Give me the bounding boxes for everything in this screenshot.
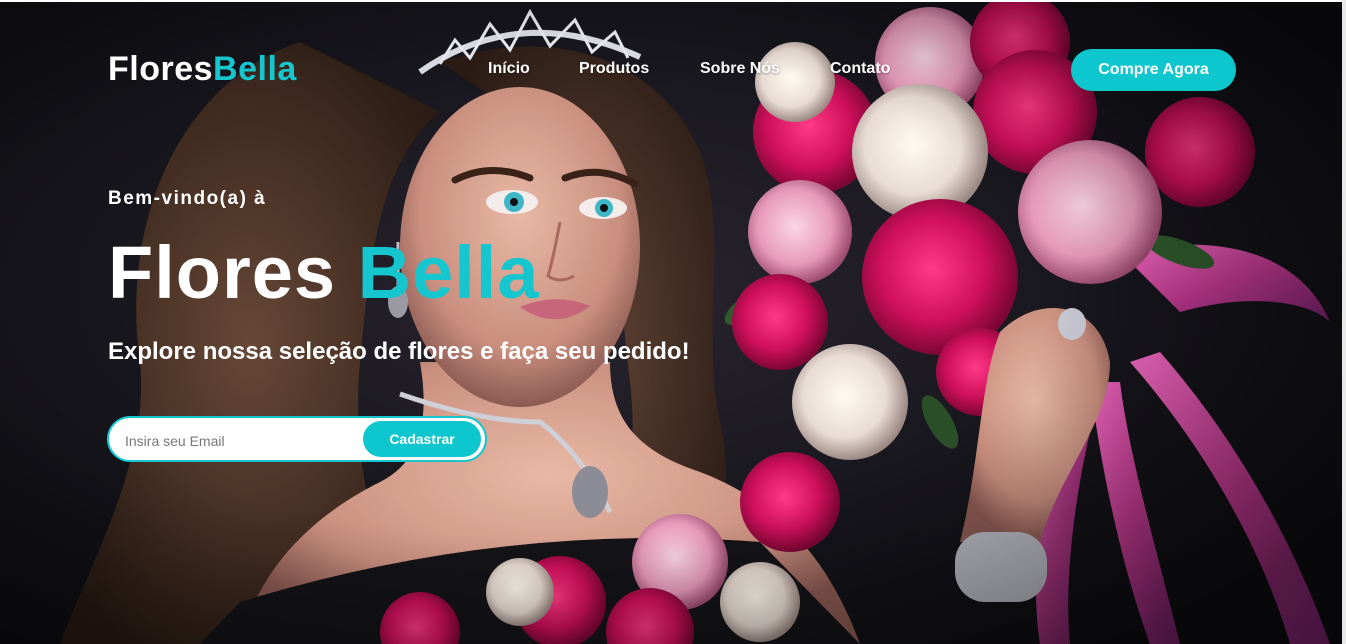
nav-link-sobre-nos[interactable]: Sobre Nós [700,60,780,78]
welcome-text: Bem-vindo(a) à [108,188,267,209]
hero-subtitle: Explore nossa seleção de flores e faça s… [108,338,690,365]
hero-title-part1: Flores [108,231,337,314]
nav-link-produtos[interactable]: Produtos [579,60,649,78]
brand-logo[interactable]: FloresBella [108,50,297,89]
hero-title: Flores Bella [108,230,540,316]
brand-name-part2: Bella [213,50,297,88]
buy-now-button[interactable]: Compre Agora [1071,49,1236,91]
brand-name-part1: Flores [108,50,214,88]
hero-section: FloresBella Início Produtos Sobre Nós Co… [0,2,1342,644]
newsletter-form: Cadastrar [107,416,487,462]
signup-button[interactable]: Cadastrar [363,421,481,457]
nav-link-inicio[interactable]: Início [488,60,530,78]
nav-link-contato[interactable]: Contato [830,60,890,78]
hero-background-photo [0,2,1342,644]
email-input[interactable] [123,428,357,454]
hero-title-part2: Bella [357,231,540,314]
page-scrollbar[interactable] [1342,0,1346,644]
